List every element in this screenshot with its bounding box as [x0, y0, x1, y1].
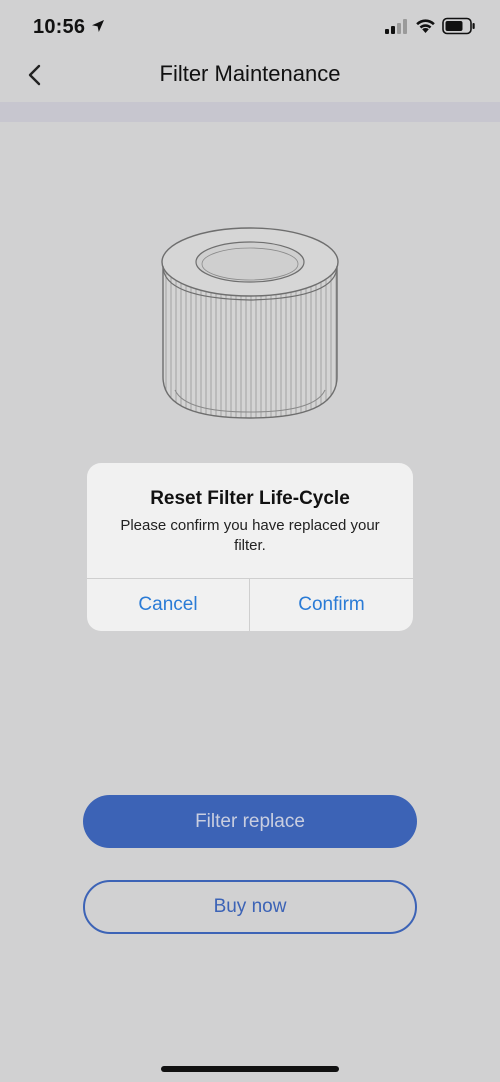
- cancel-button[interactable]: Cancel: [87, 579, 249, 631]
- filter-cartridge-image: [161, 227, 339, 419]
- home-indicator: [161, 1066, 339, 1072]
- screen: 10:56 Filter Maintenance Reset Filter Li…: [0, 0, 500, 1082]
- dialog-message: Please confirm you have replaced your fi…: [120, 517, 380, 554]
- dialog-title: Reset Filter Life-Cycle: [150, 488, 350, 509]
- confirm-button[interactable]: Confirm: [250, 579, 413, 631]
- battery-icon: [442, 17, 475, 35]
- navigation-bar: Filter Maintenance: [0, 54, 500, 102]
- status-bar: 10:56: [0, 0, 500, 54]
- filter-replace-button[interactable]: Filter replace: [83, 795, 417, 848]
- wifi-icon: [416, 19, 435, 33]
- page-title: Filter Maintenance: [159, 61, 341, 86]
- status-time: 10:56: [33, 16, 86, 38]
- cellular-signal-icon: [385, 19, 407, 34]
- buy-now-button[interactable]: Buy now: [83, 880, 417, 934]
- location-arrow-icon: [92, 20, 104, 32]
- header-divider: [0, 102, 500, 122]
- reset-filter-dialog: Reset Filter Life-Cycle Please confirm y…: [87, 463, 413, 631]
